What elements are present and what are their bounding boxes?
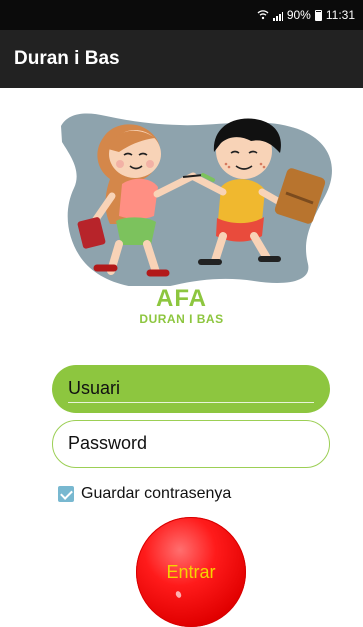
app-title: Duran i Bas <box>14 48 120 69</box>
password-placeholder: Password <box>68 433 148 453</box>
username-field[interactable]: Usuari <box>52 365 330 413</box>
signal-icon <box>272 10 283 21</box>
button-glint <box>174 590 183 599</box>
enter-button[interactable]: Entrar <box>136 517 246 627</box>
logo-title: AFA <box>156 285 207 312</box>
remember-password-row[interactable]: Guardar contrasenya <box>58 485 231 503</box>
logo-subtitle: DURAN I BAS <box>139 312 224 326</box>
username-placeholder: Usuari <box>68 378 121 398</box>
app-bar: Duran i Bas <box>0 30 363 88</box>
remember-password-label[interactable]: Guardar contrasenya <box>81 485 231 503</box>
wifi-icon <box>257 9 269 21</box>
username-underline <box>68 402 314 403</box>
remember-password-checkbox[interactable] <box>58 486 74 502</box>
afa-logo: AFA DURAN I BAS <box>0 285 363 325</box>
password-field[interactable]: Password <box>52 420 330 468</box>
status-bar: 90% 11:31 <box>0 0 363 30</box>
kids-illustration <box>50 108 340 288</box>
battery-percent: 90% <box>286 8 311 22</box>
battery-icon <box>314 9 322 21</box>
status-time: 11:31 <box>325 8 355 22</box>
enter-button-label: Entrar <box>166 561 216 582</box>
